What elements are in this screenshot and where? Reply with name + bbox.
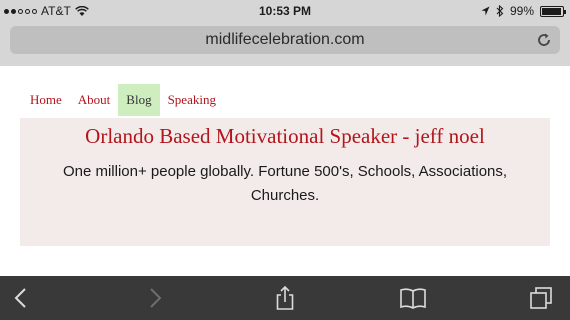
browser-toolbar <box>0 276 570 320</box>
browser-chrome: AT&T 10:53 PM 99% midlifecelebration.com <box>0 0 570 66</box>
web-page: Home About Blog Speaking Orlando Based M… <box>0 66 570 276</box>
forward-icon[interactable] <box>142 286 168 310</box>
address-bar[interactable]: midlifecelebration.com <box>10 26 560 54</box>
url-text[interactable]: midlifecelebration.com <box>10 31 560 49</box>
status-bar: AT&T 10:53 PM 99% <box>0 0 570 22</box>
hero-title: Orlando Based Motivational Speaker - jef… <box>85 124 485 148</box>
bookmarks-icon[interactable] <box>400 286 426 310</box>
nav-item-blog[interactable]: Blog <box>118 84 160 116</box>
hero-banner: Orlando Based Motivational Speaker - jef… <box>20 118 550 246</box>
tabs-icon[interactable] <box>528 286 554 310</box>
battery-icon <box>540 5 566 17</box>
location-icon <box>481 6 490 16</box>
nav-item-about[interactable]: About <box>70 84 119 116</box>
nav-item-speaking[interactable]: Speaking <box>160 84 224 116</box>
back-icon[interactable] <box>8 286 34 310</box>
status-right: 99% <box>481 4 566 18</box>
share-icon[interactable] <box>272 286 298 310</box>
reload-icon[interactable] <box>536 32 552 48</box>
site-nav: Home About Blog Speaking <box>22 84 224 116</box>
battery-percent: 99% <box>509 4 534 18</box>
bluetooth-icon <box>496 5 504 17</box>
nav-item-home[interactable]: Home <box>22 84 70 116</box>
hero-subtitle: One million+ people globally. Fortune 50… <box>62 163 508 204</box>
